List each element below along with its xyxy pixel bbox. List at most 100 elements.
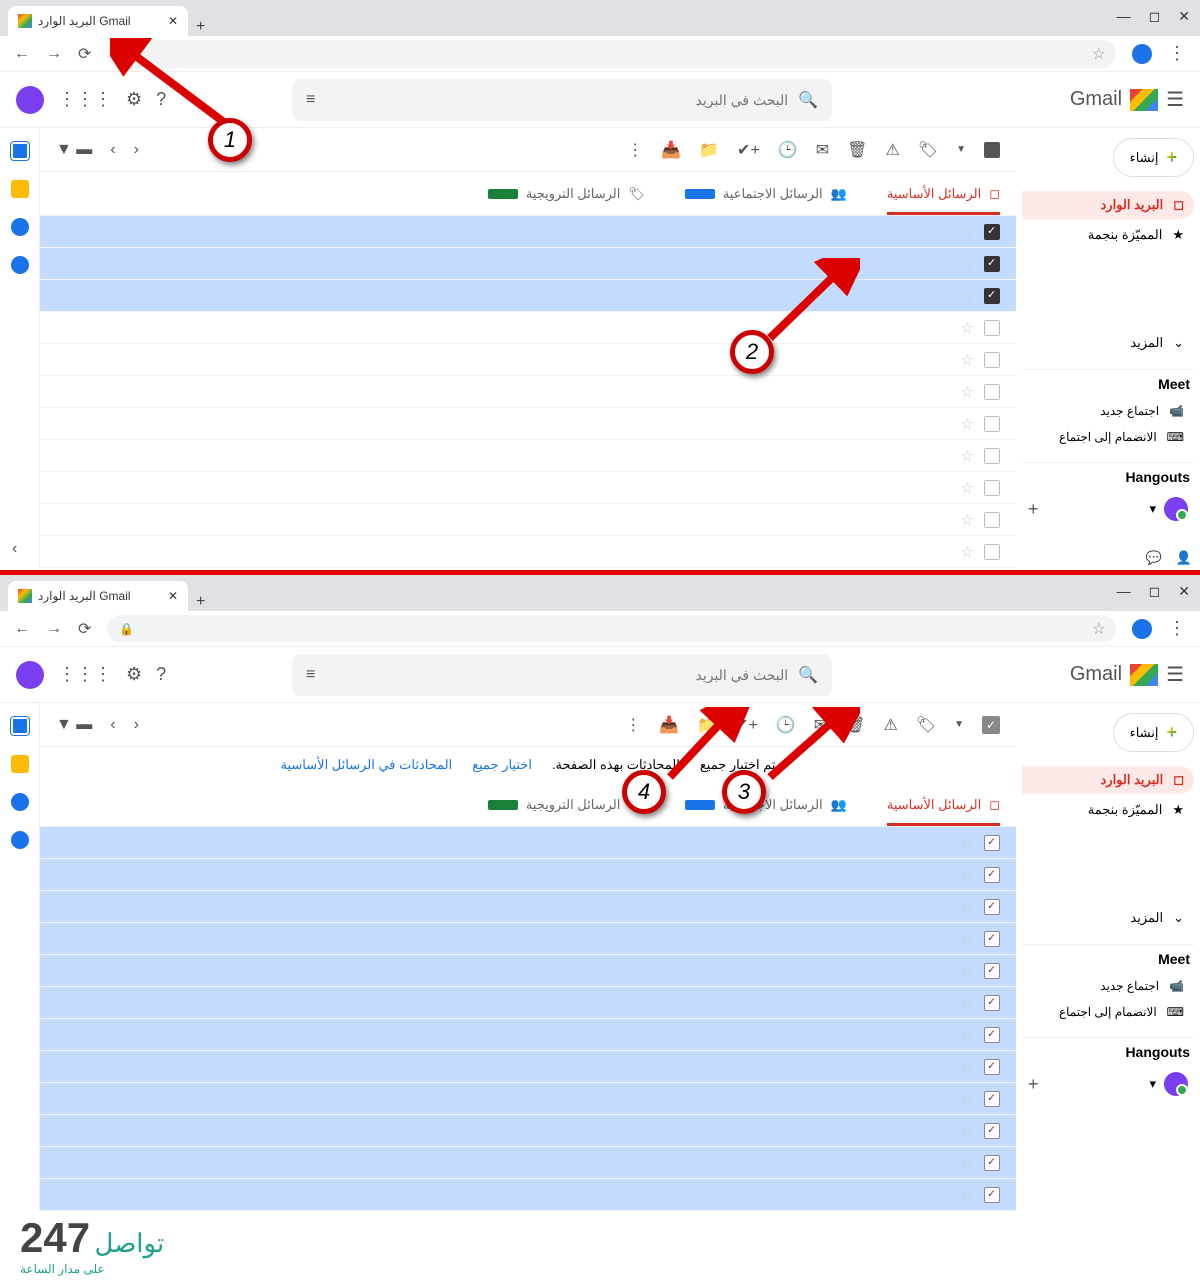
add-task-icon[interactable]: ✔+ — [737, 140, 760, 160]
star-icon[interactable]: ☆ — [961, 287, 974, 305]
mail-row[interactable]: ☆ — [40, 923, 1016, 955]
tab-promotions[interactable]: 🏷 الرسائل الترويجية — [488, 186, 645, 202]
sidebar-item-more[interactable]: ⌄ المزيد — [1022, 904, 1194, 932]
star-icon[interactable]: ☆ — [961, 898, 974, 916]
reload-button[interactable]: ⟳ — [78, 44, 91, 64]
meet-join-meeting[interactable]: ⌨الانضمام إلى اجتماع — [1022, 999, 1194, 1025]
browser-tab[interactable]: البريد الوارد Gmail ✕ — [8, 581, 188, 611]
browser-tab[interactable]: البريد الوارد Gmail ✕ — [8, 6, 188, 36]
search-icon[interactable]: 🔍 — [798, 90, 818, 110]
mail-row[interactable]: ☆ — [40, 376, 1016, 408]
mail-row[interactable]: ☆ — [40, 408, 1016, 440]
maximize-button[interactable]: ◻ — [1149, 583, 1161, 600]
sidebar-item-starred[interactable]: ★ المميّزة بنجمة — [1022, 221, 1194, 249]
maximize-button[interactable]: ◻ — [1149, 8, 1161, 25]
collapse-addon-icon[interactable]: ‹ — [12, 540, 17, 558]
tab-promotions[interactable]: 🏷 الرسائل الترويجية — [488, 797, 645, 813]
row-checkbox[interactable] — [984, 899, 1000, 915]
sidebar-item-starred[interactable]: ★ المميّزة بنجمة — [1022, 796, 1194, 824]
hangouts-dropdown-icon[interactable]: ▾ — [1149, 501, 1156, 517]
apps-grid-icon[interactable]: ⋮⋮⋮ — [58, 89, 112, 110]
mail-row[interactable]: ☆ — [40, 1019, 1016, 1051]
row-checkbox[interactable] — [984, 288, 1000, 304]
star-icon[interactable]: ☆ — [961, 1058, 974, 1076]
snooze-icon[interactable]: 🕒 — [778, 140, 798, 160]
row-checkbox[interactable] — [984, 931, 1000, 947]
row-checkbox[interactable] — [984, 963, 1000, 979]
star-icon[interactable]: ☆ — [961, 511, 974, 529]
browser-profile-avatar[interactable] — [1132, 44, 1152, 64]
compose-button[interactable]: إنشاء + — [1113, 138, 1194, 177]
row-checkbox[interactable] — [984, 1091, 1000, 1107]
mail-row[interactable]: ☆ — [40, 312, 1016, 344]
mail-row[interactable]: ☆ — [40, 1179, 1016, 1211]
row-checkbox[interactable] — [984, 1059, 1000, 1075]
select-all-checkbox[interactable] — [984, 142, 1000, 158]
more-menu-icon[interactable]: ⋮ — [627, 140, 643, 160]
row-checkbox[interactable] — [984, 384, 1000, 400]
apps-grid-icon[interactable]: ⋮⋮⋮ — [58, 664, 112, 685]
row-checkbox[interactable] — [984, 416, 1000, 432]
minimize-button[interactable]: — — [1117, 8, 1131, 25]
star-icon[interactable]: ☆ — [961, 1090, 974, 1108]
tasks-addon-icon[interactable] — [11, 793, 29, 811]
search-options-icon[interactable]: ≡ — [306, 91, 315, 109]
new-tab-button[interactable]: + — [196, 18, 205, 36]
bookmark-star-icon[interactable]: ☆ — [1092, 619, 1106, 639]
star-icon[interactable]: ☆ — [961, 255, 974, 273]
hangouts-new-icon[interactable]: + — [1028, 1074, 1039, 1095]
row-checkbox[interactable] — [984, 320, 1000, 336]
row-checkbox[interactable] — [984, 1187, 1000, 1203]
tab-primary[interactable]: ◻ الرسائل الأساسية — [887, 186, 1000, 202]
row-checkbox[interactable] — [984, 835, 1000, 851]
settings-gear-icon[interactable]: ⚙ — [126, 664, 142, 685]
star-icon[interactable]: ☆ — [961, 351, 974, 369]
older-button[interactable]: › — [134, 141, 139, 159]
contacts-addon-icon[interactable] — [11, 256, 29, 274]
row-checkbox[interactable] — [984, 224, 1000, 240]
star-icon[interactable]: ☆ — [961, 479, 974, 497]
row-checkbox[interactable] — [984, 256, 1000, 272]
calendar-addon-icon[interactable] — [11, 717, 29, 735]
search-bar[interactable]: 🔍 ≡ — [292, 654, 832, 696]
display-density-icon[interactable]: ▼ ▬ — [56, 141, 92, 159]
keep-addon-icon[interactable] — [11, 180, 29, 198]
mail-row[interactable]: ☆ — [40, 248, 1016, 280]
url-field[interactable]: 🔒 ☆ — [107, 615, 1116, 643]
star-icon[interactable]: ☆ — [961, 319, 974, 337]
star-icon[interactable]: ☆ — [961, 866, 974, 884]
mail-row[interactable]: ☆ — [40, 859, 1016, 891]
menu-burger-icon[interactable]: ☰ — [1166, 87, 1184, 112]
compose-button[interactable]: إنشاء + — [1113, 713, 1194, 752]
mail-row[interactable]: ☆ — [40, 891, 1016, 923]
close-tab-icon[interactable]: ✕ — [168, 589, 178, 603]
star-icon[interactable]: ☆ — [961, 930, 974, 948]
close-window-button[interactable]: ✕ — [1178, 583, 1190, 600]
row-checkbox[interactable] — [984, 1027, 1000, 1043]
close-window-button[interactable]: ✕ — [1178, 8, 1190, 25]
mail-row[interactable]: ☆ — [40, 1051, 1016, 1083]
forward-button[interactable]: → — [46, 620, 62, 638]
browser-profile-avatar[interactable] — [1132, 619, 1152, 639]
sidebar-item-inbox[interactable]: ◻ البريد الوارد — [1022, 766, 1194, 794]
account-avatar[interactable] — [16, 661, 44, 689]
newer-button[interactable]: ‹ — [110, 716, 115, 734]
help-icon[interactable]: ? — [156, 664, 166, 685]
row-checkbox[interactable] — [984, 480, 1000, 496]
mail-row[interactable]: ☆ — [40, 344, 1016, 376]
spam-icon[interactable]: ⚠ — [885, 140, 899, 160]
forward-button[interactable]: → — [46, 45, 62, 63]
display-density-icon[interactable]: ▼ ▬ — [56, 716, 92, 734]
account-avatar[interactable] — [16, 86, 44, 114]
search-bar[interactable]: 🔍 ≡ — [292, 79, 832, 121]
back-button[interactable]: ← — [14, 620, 30, 638]
star-icon[interactable]: ☆ — [961, 1154, 974, 1172]
select-dropdown-icon[interactable]: ▼ — [954, 719, 964, 730]
row-checkbox[interactable] — [984, 448, 1000, 464]
mail-row[interactable]: ☆ — [40, 440, 1016, 472]
star-icon[interactable]: ☆ — [961, 1026, 974, 1044]
mail-row[interactable]: ☆ — [40, 1083, 1016, 1115]
close-tab-icon[interactable]: ✕ — [168, 14, 178, 28]
mail-row[interactable]: ☆ — [40, 827, 1016, 859]
select-dropdown-icon[interactable]: ▼ — [956, 144, 966, 155]
